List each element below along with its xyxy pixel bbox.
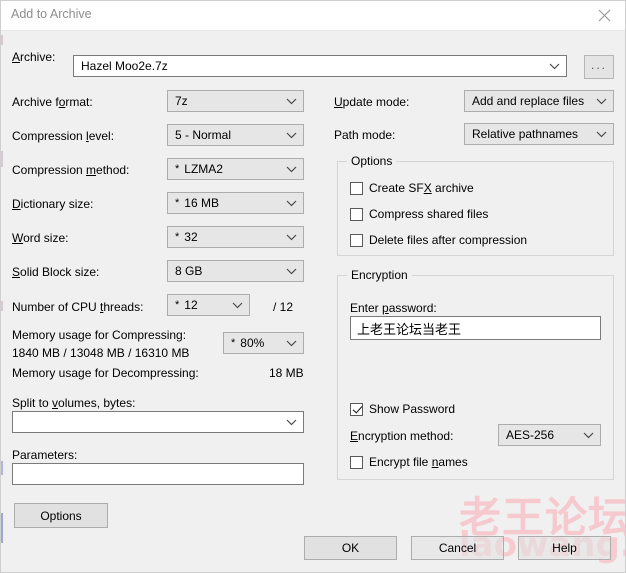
dictionary-size-label: Dictionary size:: [12, 197, 94, 211]
chevron-down-icon: [286, 94, 297, 108]
checkbox-icon: [350, 455, 363, 469]
archive-format-combobox[interactable]: 7z: [167, 90, 304, 112]
checkbox-compress-shared-files[interactable]: Compress shared files: [350, 207, 488, 221]
compression-level-combobox[interactable]: 5 - Normal: [167, 124, 304, 146]
checkbox-checked-icon: [350, 402, 363, 416]
enter-password-label: Enter password:: [350, 301, 437, 315]
checkbox-show-password[interactable]: Show Password: [350, 402, 455, 416]
close-icon[interactable]: [581, 1, 625, 29]
chevron-down-icon: [286, 128, 297, 142]
solid-block-size-combobox[interactable]: 8 GB: [167, 260, 304, 282]
cpu-threads-combobox[interactable]: * 12: [167, 294, 250, 316]
browse-button[interactable]: ...: [584, 55, 614, 79]
cancel-button[interactable]: Cancel: [411, 536, 504, 560]
ok-button[interactable]: OK: [304, 536, 397, 560]
default-marker: *: [231, 337, 236, 349]
update-mode-label: Update mode:: [334, 95, 410, 109]
checkbox-label: Encrypt file names: [369, 455, 468, 469]
checkbox-delete-files-after-compression[interactable]: Delete files after compression: [350, 233, 527, 247]
encryption-group-title: Encryption: [347, 268, 412, 282]
path-mode-label: Path mode:: [334, 128, 396, 142]
archive-format-label: Archive format:: [12, 95, 93, 109]
archive-format-value: 7z: [175, 94, 188, 108]
checkbox-label: Delete files after compression: [369, 233, 528, 247]
word-size-value: 32: [184, 230, 198, 244]
solid-block-size-value: 8 GB: [175, 264, 203, 278]
chevron-down-icon: [286, 162, 297, 176]
chevron-down-icon: [286, 264, 297, 278]
compression-method-label: Compression method:: [12, 163, 130, 177]
compression-method-value: LZMA2: [184, 162, 223, 176]
chevron-down-icon: [232, 298, 243, 312]
titlebar: Add to Archive: [1, 1, 625, 31]
dictionary-size-value: 16 MB: [184, 196, 219, 210]
edge-artifact: [1, 35, 3, 45]
split-volumes-label: Split to volumes, bytes:: [12, 396, 136, 410]
options-button[interactable]: Options: [14, 503, 108, 528]
path-mode-combobox[interactable]: Relative pathnames: [464, 123, 614, 145]
word-size-label: Word size:: [12, 231, 69, 245]
window-title: Add to Archive: [11, 7, 92, 21]
chevron-down-icon: [286, 230, 297, 244]
cpu-threads-label: Number of CPU threads:: [12, 300, 144, 314]
edge-artifact: [1, 301, 3, 311]
checkbox-label: Show Password: [369, 402, 456, 416]
checkbox-icon: [350, 207, 363, 221]
archive-path-combobox[interactable]: Hazel Moo2e.7z: [73, 55, 567, 77]
default-marker: *: [175, 231, 180, 243]
solid-block-size-label: Solid Block size:: [12, 265, 100, 279]
checkbox-create-sfx-archive[interactable]: Create SFX archive: [350, 181, 474, 195]
chevron-down-icon: [286, 336, 297, 350]
archive-path-value: Hazel Moo2e.7z: [81, 59, 168, 73]
password-input[interactable]: 上老王论坛当老王: [350, 316, 601, 340]
default-marker: *: [175, 197, 180, 209]
add-to-archive-dialog: Add to Archive Archive: Hazel Moo2e.7z .…: [0, 0, 626, 573]
word-size-combobox[interactable]: * 32: [167, 226, 304, 248]
chevron-down-icon: [286, 196, 297, 210]
chevron-down-icon: [596, 127, 607, 141]
checkbox-icon: [350, 181, 363, 195]
default-marker: *: [175, 163, 180, 175]
chevron-down-icon: [596, 94, 607, 108]
cpu-threads-total: / 12: [273, 300, 294, 314]
chevron-down-icon: [549, 59, 560, 73]
encryption-method-label: Encryption method:: [350, 429, 454, 443]
help-button[interactable]: Help: [518, 536, 611, 560]
encryption-method-combobox[interactable]: AES-256: [498, 424, 601, 446]
update-mode-combobox[interactable]: Add and replace files: [464, 90, 614, 112]
split-volumes-combobox[interactable]: [12, 411, 304, 433]
memory-compressing-value: 1840 MB / 13048 MB / 16310 MB: [12, 346, 190, 360]
memory-decompressing-value: 18 MB: [269, 366, 304, 380]
compression-method-combobox[interactable]: * LZMA2: [167, 158, 304, 180]
update-mode-value: Add and replace files: [472, 94, 585, 108]
parameters-input[interactable]: [12, 463, 304, 485]
checkbox-encrypt-file-names[interactable]: Encrypt file names: [350, 455, 468, 469]
chevron-down-icon: [286, 415, 297, 429]
memory-percent-value: 80%: [240, 336, 265, 350]
memory-percent-combobox[interactable]: * 80%: [223, 332, 304, 354]
checkbox-icon: [350, 233, 363, 247]
options-group-title: Options: [347, 154, 397, 168]
path-mode-value: Relative pathnames: [472, 127, 579, 141]
edge-artifact: [1, 151, 3, 167]
edge-artifact: [1, 513, 3, 543]
parameters-label: Parameters:: [12, 448, 78, 462]
edge-artifact: [1, 461, 3, 475]
checkbox-label: Create SFX archive: [369, 181, 474, 195]
memory-compressing-label: Memory usage for Compressing:: [12, 328, 187, 342]
default-marker: *: [175, 299, 180, 311]
archive-label: Archive:: [12, 50, 56, 64]
cpu-threads-value: 12: [184, 298, 198, 312]
dictionary-size-combobox[interactable]: * 16 MB: [167, 192, 304, 214]
chevron-down-icon: [583, 428, 594, 442]
password-value: 上老王论坛当老王: [357, 321, 462, 337]
compression-level-value: 5 - Normal: [175, 128, 232, 142]
encryption-method-value: AES-256: [506, 428, 555, 442]
checkbox-label: Compress shared files: [369, 207, 489, 221]
memory-decompressing-label: Memory usage for Decompressing:: [12, 366, 199, 380]
compression-level-label: Compression level:: [12, 129, 115, 143]
